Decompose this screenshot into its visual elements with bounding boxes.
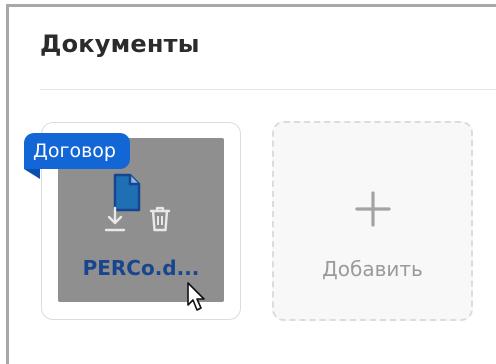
trash-icon[interactable]: [148, 205, 172, 233]
plus-icon: [355, 191, 391, 227]
add-button-label: Добавить: [322, 257, 423, 281]
document-file-name[interactable]: PERCo.d...: [60, 256, 222, 280]
document-type-tag: Договор: [24, 133, 130, 169]
section-divider: [40, 89, 496, 90]
tag-fold: [24, 169, 40, 179]
download-icon[interactable]: [104, 205, 126, 233]
section-title: Документы: [40, 30, 200, 58]
mouse-cursor-icon: [187, 282, 205, 311]
